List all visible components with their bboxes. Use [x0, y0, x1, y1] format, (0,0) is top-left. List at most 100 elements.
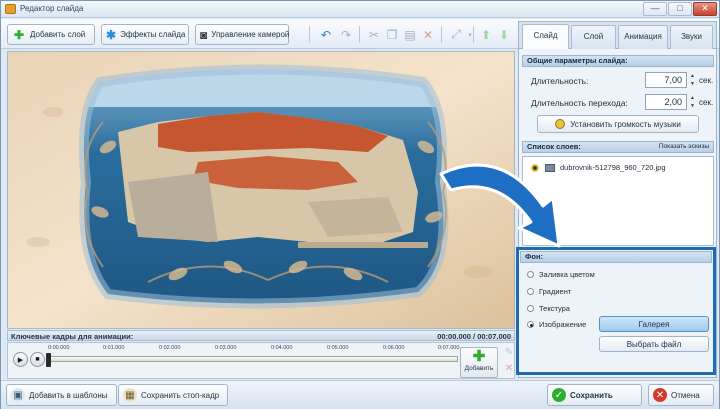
tick-label: 0:05.000 — [327, 345, 349, 351]
transition-unit: сек. — [699, 98, 714, 107]
timeline-playhead[interactable] — [46, 353, 51, 367]
radio-label: Заливка цветом — [539, 270, 595, 279]
music-volume-button[interactable]: Установить громкость музыки — [537, 115, 699, 133]
plus-icon: ✚ — [13, 27, 25, 42]
tab-animation[interactable]: Анимация — [618, 25, 668, 49]
list-item[interactable]: dubrovnik-512798_960_720.jpg — [531, 163, 666, 172]
tick-label: 0:07.000 — [438, 345, 460, 351]
save-button[interactable]: ✓ Сохранить — [547, 384, 642, 406]
chevron-up-icon[interactable]: ▲ — [688, 94, 697, 102]
radio-label: Изображение — [539, 320, 587, 329]
show-thumbnails-link[interactable]: Показать эскизы — [659, 142, 709, 152]
chevron-down-icon[interactable]: ▼ — [688, 102, 697, 110]
layers-header-label: Список слоев: — [527, 142, 581, 151]
timeline-track[interactable] — [48, 356, 458, 362]
panel-tabs: Слайд Слой Анимация Звуки — [519, 22, 716, 49]
radio-circle[interactable] — [527, 288, 534, 295]
window-controls: — □ ✕ — [643, 2, 717, 16]
add-to-templates-button[interactable]: ▣ Добавить в шаблоны — [6, 384, 117, 406]
add-to-templates-label: Добавить в шаблоны — [29, 390, 108, 400]
camera-icon: ◙ — [200, 27, 208, 42]
radio-color-fill[interactable]: Заливка цветом — [527, 270, 595, 279]
duration-field[interactable]: 7,00 — [645, 72, 687, 88]
choose-file-button[interactable]: Выбрать файл — [599, 336, 709, 352]
music-volume-label: Установить громкость музыки — [570, 119, 681, 129]
radio-circle-selected[interactable] — [527, 321, 534, 328]
background-header: Фон: — [520, 251, 712, 263]
tab-layer[interactable]: Слой — [571, 25, 616, 49]
image-icon — [545, 163, 555, 172]
background-section: Фон: Заливка цветом Градиент Текстура Из… — [516, 247, 716, 375]
radio-circle[interactable] — [527, 271, 534, 278]
music-icon — [555, 119, 566, 129]
bottom-bar: ▣ Добавить в шаблоны ▦ Сохранить стоп-ка… — [1, 380, 719, 409]
cut-icon[interactable]: ✂ — [365, 25, 383, 44]
transition-label: Длительность перехода: — [531, 98, 628, 108]
layers-list: dubrovnik-512798_960_720.jpg — [522, 156, 714, 246]
slide-preview[interactable] — [7, 51, 515, 329]
add-layer-label: Добавить слой — [30, 30, 86, 39]
layer-name: dubrovnik-512798_960_720.jpg — [560, 163, 666, 172]
cancel-label: Отмена — [671, 390, 700, 400]
save-label: Сохранить — [570, 390, 613, 400]
chevron-down-icon[interactable]: ▼ — [688, 80, 697, 88]
camera-control-label: Управление камерой — [211, 30, 290, 39]
radio-gradient[interactable]: Градиент — [527, 287, 571, 296]
slide-effects-label: Эффекты слайда — [120, 30, 186, 39]
move-up-icon[interactable]: ⬆ — [477, 25, 495, 44]
add-keyframe-label: Добавить — [464, 365, 494, 372]
radio-image[interactable]: Изображение — [527, 320, 586, 329]
undo-icon[interactable]: ↶ — [317, 25, 335, 44]
duration-stepper[interactable]: ▲ ▼ — [688, 72, 697, 88]
check-icon: ✓ — [552, 388, 566, 402]
gallery-button[interactable]: Галерея — [599, 316, 709, 332]
sparkle-icon: ✱ — [106, 27, 117, 42]
add-keyframe-button[interactable]: ✚ Добавить — [460, 347, 498, 378]
toolbar-divider — [359, 26, 360, 43]
tick-label: 0:00.000 — [48, 345, 70, 351]
radio-texture[interactable]: Текстура — [527, 304, 570, 313]
toolbar-divider — [473, 26, 474, 43]
delete-keyframe-icon[interactable]: ✕ — [502, 363, 516, 375]
radio-label: Текстура — [539, 304, 570, 313]
move-down-icon[interactable]: ⬇ — [495, 25, 513, 44]
stop-button[interactable]: ■ — [30, 352, 45, 367]
tab-slide[interactable]: Слайд — [522, 24, 569, 49]
close-icon: ✕ — [653, 388, 667, 402]
tick-label: 0:04.000 — [271, 345, 293, 351]
app-icon — [5, 4, 16, 14]
slide-canvas — [8, 52, 514, 328]
transition-stepper[interactable]: ▲ ▼ — [688, 94, 697, 110]
radio-circle[interactable] — [527, 305, 534, 312]
slide-editor-window: Редактор слайда — □ ✕ ✚ Добавить слой ✱ … — [0, 0, 720, 409]
keyframes-label: Ключевые кадры для анимации: — [11, 332, 134, 341]
tick-label: 0:06.000 — [383, 345, 405, 351]
tick-label: 0:02.000 — [159, 345, 181, 351]
play-button[interactable]: ▶ — [13, 352, 28, 367]
redo-icon[interactable]: ↷ — [337, 25, 355, 44]
plus-icon: ✚ — [472, 348, 486, 365]
radio-label: Градиент — [539, 287, 572, 296]
slide-params-header: Общие параметры слайда: — [522, 55, 714, 67]
copy-icon[interactable]: ❐ — [383, 25, 401, 44]
tick-label: 0:03.000 — [215, 345, 237, 351]
title-bar: Редактор слайда — □ ✕ — [1, 1, 719, 18]
tab-sounds[interactable]: Звуки — [670, 25, 713, 49]
eye-icon[interactable] — [531, 163, 539, 172]
paste-icon[interactable]: ▤ — [401, 25, 419, 44]
duration-unit: сек. — [699, 76, 714, 85]
camera-control-button[interactable]: ◙ Управление камерой — [195, 24, 289, 45]
close-button[interactable]: ✕ — [693, 2, 717, 16]
window-title: Редактор слайда — [20, 4, 84, 13]
delete-icon[interactable]: ✕ — [419, 25, 437, 44]
cancel-button[interactable]: ✕ Отмена — [648, 384, 714, 406]
keyframes-time: 00:00.000 / 00:07.000 — [437, 332, 511, 341]
add-layer-button[interactable]: ✚ Добавить слой — [7, 24, 95, 45]
save-frame-button[interactable]: ▦ Сохранить стоп-кадр — [118, 384, 229, 406]
transition-field[interactable]: 2,00 — [645, 94, 687, 110]
edit-keyframe-icon[interactable]: ✎ — [502, 347, 516, 359]
maximize-button[interactable]: □ — [668, 2, 692, 16]
chevron-up-icon[interactable]: ▲ — [688, 72, 697, 80]
slide-effects-button[interactable]: ✱ Эффекты слайда — [101, 24, 189, 45]
minimize-button[interactable]: — — [643, 2, 667, 16]
